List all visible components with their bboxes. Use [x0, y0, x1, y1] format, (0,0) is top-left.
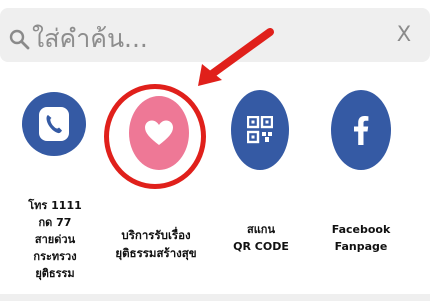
highlight-circle	[104, 84, 206, 189]
qr-code-label-line: สแกน	[247, 223, 275, 236]
hotline-label-line: กระทรวง	[33, 250, 77, 264]
qr-code-label-line: QR CODE	[233, 240, 289, 254]
complaint-label-line: บริการรับเรื่อง	[121, 228, 191, 242]
hotline-label-line: ยุติธรรม	[35, 267, 75, 281]
phone-icon	[39, 107, 69, 141]
complaint-label: บริการรับเรื่อง ยุติธรรมสร้างสุข	[101, 227, 211, 263]
complaint-label-line: ยุติธรรมสร้างสุข	[115, 245, 197, 260]
qr-code-icon	[247, 116, 273, 144]
hotline-label-line: กด 77	[38, 216, 72, 230]
hotline-service-item[interactable]: โทร 1111 กด 77 สายด่วน กระทรวง ยุติธรรม	[0, 88, 110, 301]
hotline-circle[interactable]	[22, 92, 86, 156]
pointer-arrow-icon	[198, 28, 274, 86]
qr-code-label: สแกน QR CODE	[211, 221, 311, 255]
facebook-label: Facebook Fanpage	[303, 221, 419, 255]
hotline-label-line: สายด่วน	[34, 233, 76, 247]
qr-code-circle[interactable]	[231, 90, 289, 170]
facebook-icon	[354, 116, 369, 145]
hotline-label: โทร 1111 กด 77 สายด่วน กระทรวง ยุติธรรม	[0, 197, 110, 282]
facebook-service-item[interactable]: Facebook Fanpage	[303, 88, 413, 301]
bottom-divider	[0, 294, 430, 301]
hotline-label-line: โทร 1111	[28, 199, 82, 212]
facebook-circle[interactable]	[331, 90, 391, 170]
facebook-label-line: Fanpage	[334, 240, 388, 254]
facebook-label-line: Facebook	[331, 223, 391, 236]
